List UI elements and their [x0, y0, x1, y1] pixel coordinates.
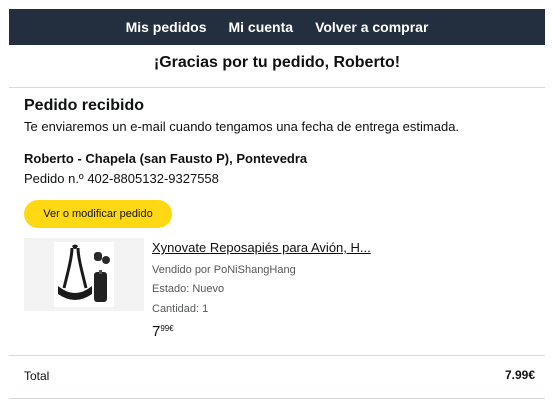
product-condition: Estado: Nuevo — [152, 283, 225, 295]
divider — [9, 398, 545, 399]
footrest-icon — [58, 244, 110, 302]
nav-my-account[interactable]: Mi cuenta — [228, 19, 293, 35]
order-number-value: 402-8805132-9327558 — [87, 171, 219, 186]
product-price: 799€ — [152, 323, 174, 340]
order-total-label: Total — [24, 369, 50, 383]
order-number: Pedido n.º 402-8805132-9327558 — [24, 171, 219, 186]
view-modify-order-button[interactable]: Ver o modificar pedido — [24, 200, 172, 228]
order-total-value: 7.99€ — [504, 368, 535, 382]
shipping-address: Roberto - Chapela (san Fausto P), Pontev… — [24, 151, 308, 166]
top-navigation: Mis pedidos Mi cuenta Volver a comprar — [9, 9, 545, 45]
price-fraction: 99€ — [160, 324, 174, 333]
divider — [9, 355, 545, 356]
nav-buy-again[interactable]: Volver a comprar — [315, 19, 428, 35]
product-thumbnail[interactable] — [24, 238, 144, 311]
divider — [9, 87, 545, 88]
order-status-message: Te enviaremos un e-mail cuando tengamos … — [24, 119, 460, 134]
order-status-title: Pedido recibido — [24, 97, 145, 114]
nav-my-orders[interactable]: Mis pedidos — [126, 19, 207, 35]
thank-you-heading: ¡Gracias por tu pedido, Roberto! — [153, 54, 401, 71]
product-quantity: Cantidad: 1 — [152, 303, 209, 315]
product-title-link[interactable]: Xynovate Reposapiés para Avión, H... — [152, 240, 371, 255]
product-seller: Vendido por PoNiShangHang — [152, 264, 296, 276]
order-number-label: Pedido n.º — [24, 171, 84, 186]
footrest-product-image — [54, 242, 114, 307]
